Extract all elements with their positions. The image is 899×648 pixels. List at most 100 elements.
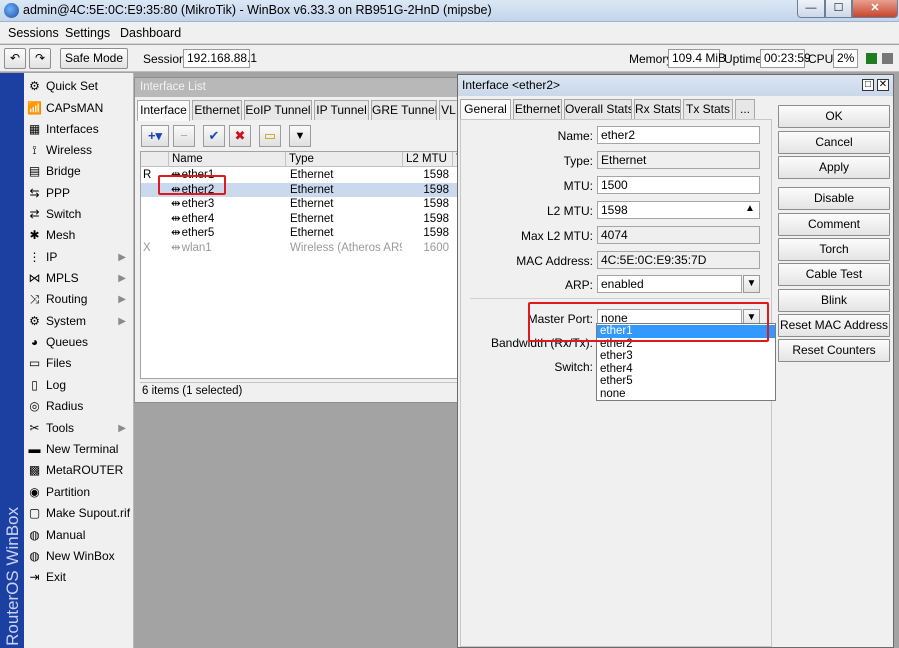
menu-dashboard[interactable]: Dashboard [120,26,181,40]
sidebar-item-queues[interactable]: ◕ Queues [24,332,133,353]
sidebar-item-label: Quick Set [46,79,99,93]
tab-tx-stats[interactable]: Tx Stats [683,99,733,119]
window-close-icon[interactable]: ✕ [877,79,889,91]
disable-button[interactable]: Disable [778,187,890,210]
interface-window-title[interactable]: Interface <ether2> □ ✕ [458,75,893,96]
safe-mode-button[interactable]: Safe Mode [60,48,128,69]
capsman-icon: 📶 [27,101,42,115]
table-row[interactable]: X ⇹wlan1 Wireless (Atheros AR9... 1600 [141,241,457,256]
l2mtu-field[interactable]: 1598 [597,201,760,219]
sidebar-item-mesh[interactable]: ✱ Mesh [24,225,133,246]
name-field[interactable]: ether2 [597,126,760,144]
sidebar-item-routing[interactable]: ⤨ Routing ▶ [24,289,133,310]
sidebar-item-tools[interactable]: ✂ Tools ▶ [24,418,133,439]
table-row[interactable]: ⇹ether5 Ethernet 1598 [141,226,457,241]
tab-vlan[interactable]: VL [439,100,458,120]
l2mtu-label: L2 MTU: [546,204,593,218]
maximize-button[interactable]: ☐ [825,0,852,18]
comment-icon[interactable]: ▭ [259,125,281,147]
dropdown-option-none[interactable]: none [597,388,775,401]
minimize-button[interactable]: — [797,0,825,18]
name-label: Name: [557,129,593,143]
row-name-text: wlan1 [181,241,212,254]
tab-ip-tunnel[interactable]: IP Tunnel [314,100,369,120]
col-flag[interactable] [141,152,169,167]
reset-counters-button[interactable]: Reset Counters [778,339,890,362]
tab-gre-tunnel[interactable]: GRE Tunnel [371,100,437,120]
tab-eoip-tunnel[interactable]: EoIP Tunnel [244,100,312,120]
apply-button[interactable]: Apply [778,156,890,179]
sidebar-item-files[interactable]: ▭ Files [24,353,133,374]
tab-more[interactable]: ... [735,99,755,119]
close-button[interactable]: ✕ [852,0,898,18]
submenu-arrow-icon: ▶ [118,252,126,263]
sidebar-item-new-winbox[interactable]: ◍ New WinBox [24,546,133,567]
window-maximize-icon[interactable]: □ [862,79,874,91]
sidebar-item-manual[interactable]: ◍ Manual [24,525,133,546]
table-row[interactable]: ⇹ether4 Ethernet 1598 [141,212,457,227]
sidebar-item-label: Routing [46,292,88,306]
tab-general[interactable]: General [460,99,511,120]
dropdown-option-ether5[interactable]: ether5 [597,375,775,388]
exit-icon: ⇥ [29,570,40,584]
filter-icon[interactable]: ▼ [289,125,311,147]
add-icon[interactable]: +▾ [141,125,169,147]
sidebar-item-label: Exit [46,570,67,584]
redo-button[interactable]: ↷ [29,48,51,69]
sidebar-item-log[interactable]: ▯ Log [24,375,133,396]
interface-list-title[interactable]: Interface List [135,78,458,97]
ethernet-port-icon: ⇹ [171,198,181,210]
l2mtu-collapse-icon[interactable]: ▲ [745,203,755,214]
sidebar-item-system[interactable]: ⚙ System ▶ [24,311,133,332]
torch-button[interactable]: Torch [778,238,890,261]
window-titlebar[interactable]: admin@4C:5E:0C:E9:35:80 (MikroTik) - Win… [0,0,899,22]
col-name[interactable]: Name [169,152,286,167]
sidebar-item-metarouter[interactable]: ▩ MetaROUTER [24,460,133,481]
sidebar-item-ppp[interactable]: ⇆ PPP [24,183,133,204]
log-icon: ▯ [31,378,38,392]
arp-select[interactable]: enabled [597,275,742,293]
tab-overall-stats[interactable]: Overall Stats [564,99,632,119]
enable-icon[interactable]: ✔ [203,125,225,147]
arp-dropdown-icon[interactable]: ▼ [743,275,760,293]
mtu-field[interactable]: 1500 [597,176,760,194]
dropdown-option-ether4[interactable]: ether4 [597,363,775,376]
sidebar-item-mpls[interactable]: ⋈ MPLS ▶ [24,268,133,289]
cancel-button[interactable]: Cancel [778,131,890,154]
tab-rx-stats[interactable]: Rx Stats [634,99,681,119]
dropdown-option-ether3[interactable]: ether3 [597,350,775,363]
menu-settings[interactable]: Settings [65,26,110,40]
sidebar-item-bridge[interactable]: ▤ Bridge [24,161,133,182]
sidebar-item-radius[interactable]: ◎ Radius [24,396,133,417]
row-type: Ethernet [290,198,334,210]
tab-ethernet[interactable]: Ethernet [192,100,242,120]
menu-sessions[interactable]: Sessions [8,26,59,40]
tab-ethernet-settings[interactable]: Ethernet [513,99,562,119]
sidebar-item-make-supout-rif[interactable]: ▢ Make Supout.rif [24,503,133,524]
blink-button[interactable]: Blink [778,289,890,312]
comment-button[interactable]: Comment [778,213,890,236]
sidebar-item-new-terminal[interactable]: ▬ New Terminal [24,439,133,460]
remove-icon[interactable]: − [173,125,195,147]
col-type[interactable]: Type [286,152,403,167]
tab-interface[interactable]: Interface [137,100,190,121]
reset-mac-address-button[interactable]: Reset MAC Address [778,314,890,337]
table-row[interactable]: ⇹ether3 Ethernet 1598 [141,197,457,212]
sidebar-item-label: CAPsMAN [46,101,104,115]
sidebar-item-switch[interactable]: ⇄ Switch [24,204,133,225]
sidebar-item-capsman[interactable]: 📶 CAPsMAN [24,98,133,119]
cable-test-button[interactable]: Cable Test [778,263,890,286]
col-l2mtu[interactable]: L2 MTU [403,152,453,167]
sidebar-item-partition[interactable]: ◉ Partition [24,482,133,503]
sidebar-item-ip[interactable]: ⋮ IP ▶ [24,247,133,268]
sidebar-item-label: MetaROUTER [46,463,124,477]
mac-address-field[interactable]: 4C:5E:0C:E9:35:7D [597,251,760,269]
sidebar-item-exit[interactable]: ⇥ Exit [24,567,133,588]
disable-icon[interactable]: ✖ [229,125,251,147]
ok-button[interactable]: OK [778,105,890,128]
sidebar-item-quick-set[interactable]: ⚙ Quick Set [24,76,133,97]
sidebar-item-wireless[interactable]: ⟟ Wireless [24,140,133,161]
undo-button[interactable]: ↶ [4,48,26,69]
sidebar-item-interfaces[interactable]: ▦ Interfaces [24,119,133,140]
ip-icon: ⋮ [28,250,41,264]
